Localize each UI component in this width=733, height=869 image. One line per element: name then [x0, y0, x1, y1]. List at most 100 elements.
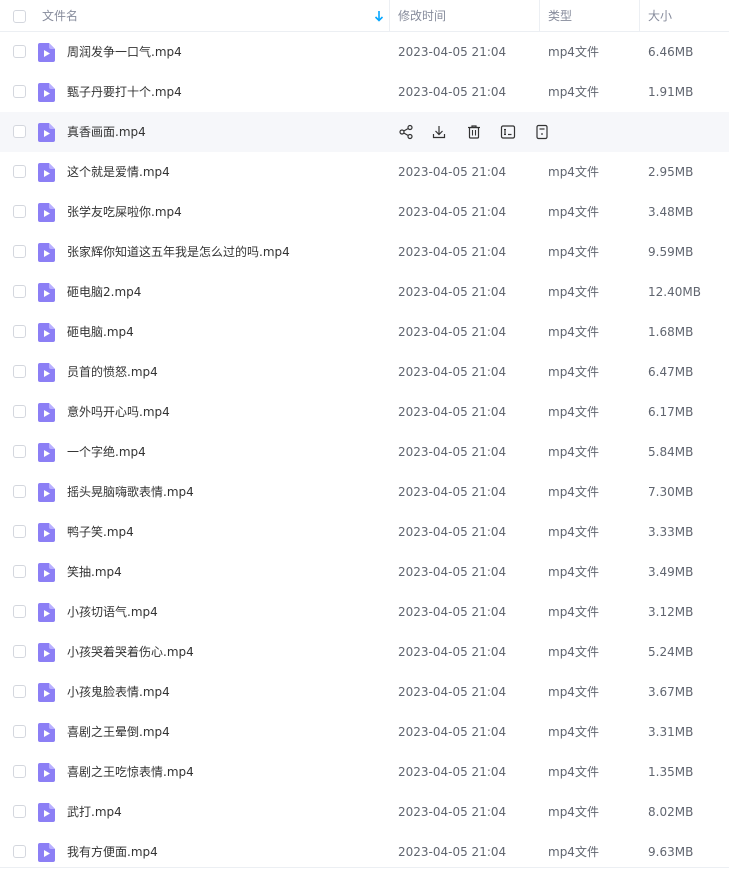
- file-name[interactable]: 摇头晃脑嗨歌表情.mp4: [67, 472, 194, 512]
- file-size: 6.47MB: [648, 365, 694, 379]
- file-name[interactable]: 小孩切语气.mp4: [67, 592, 158, 632]
- table-row[interactable]: 小孩鬼脸表情.mp4 2023-04-05 21:04 mp4文件 3.67MB: [0, 672, 729, 712]
- file-name[interactable]: 砸电脑2.mp4: [67, 272, 141, 312]
- file-type: mp4文件: [548, 485, 599, 499]
- row-checkbox[interactable]: [13, 685, 26, 698]
- table-row[interactable]: 我有方便面.mp4 2023-04-05 21:04 mp4文件 9.63MB: [0, 832, 729, 869]
- row-checkbox[interactable]: [13, 45, 26, 58]
- column-divider[interactable]: [639, 0, 640, 32]
- delete-icon[interactable]: [466, 124, 482, 140]
- table-row[interactable]: 武打.mp4 2023-04-05 21:04 mp4文件 8.02MB: [0, 792, 729, 832]
- row-checkbox[interactable]: [13, 725, 26, 738]
- column-divider[interactable]: [539, 0, 540, 32]
- file-name[interactable]: 周润发争一口气.mp4: [67, 32, 182, 72]
- file-size: 6.46MB: [648, 45, 694, 59]
- file-name[interactable]: 笑抽.mp4: [67, 552, 122, 592]
- column-divider[interactable]: [389, 0, 390, 32]
- modified-time: 2023-04-05 21:04: [398, 525, 507, 539]
- modified-time: 2023-04-05 21:04: [398, 45, 507, 59]
- row-checkbox[interactable]: [13, 845, 26, 858]
- table-body: 周润发争一口气.mp4 2023-04-05 21:04 mp4文件 6.46MB 甄子…: [0, 32, 733, 869]
- file-name[interactable]: 鸭子笑.mp4: [67, 512, 134, 552]
- table-row[interactable]: 砸电脑.mp4 2023-04-05 21:04 mp4文件 1.68MB: [0, 312, 729, 352]
- sort-down-icon[interactable]: [373, 8, 385, 24]
- table-row[interactable]: 喜剧之王晕倒.mp4 2023-04-05 21:04 mp4文件 3.31MB: [0, 712, 729, 752]
- file-size: 5.84MB: [648, 445, 694, 459]
- file-name[interactable]: 喜剧之王晕倒.mp4: [67, 712, 170, 752]
- rename-icon[interactable]: [500, 124, 516, 140]
- row-checkbox[interactable]: [13, 565, 26, 578]
- file-type: mp4文件: [548, 285, 599, 299]
- table-row[interactable]: 员首的愤怒.mp4 2023-04-05 21:04 mp4文件 6.47MB: [0, 352, 729, 392]
- file-type: mp4文件: [548, 685, 599, 699]
- table-row[interactable]: 真香画面.mp4: [0, 112, 729, 152]
- file-name[interactable]: 员首的愤怒.mp4: [67, 352, 158, 392]
- more-icon[interactable]: [534, 124, 550, 140]
- table-row[interactable]: 小孩切语气.mp4 2023-04-05 21:04 mp4文件 3.12MB: [0, 592, 729, 632]
- file-name[interactable]: 张学友吃屎啦你.mp4: [67, 192, 182, 232]
- row-checkbox[interactable]: [13, 165, 26, 178]
- file-name[interactable]: 张家辉你知道这五年我是怎么过的吗.mp4: [67, 232, 290, 272]
- table-row[interactable]: 喜剧之王吃惊表情.mp4 2023-04-05 21:04 mp4文件 1.35MB: [0, 752, 729, 792]
- file-name[interactable]: 喜剧之王吃惊表情.mp4: [67, 752, 194, 792]
- row-checkbox[interactable]: [13, 485, 26, 498]
- file-name[interactable]: 砸电脑.mp4: [67, 312, 134, 352]
- row-checkbox[interactable]: [13, 805, 26, 818]
- row-checkbox[interactable]: [13, 645, 26, 658]
- file-name[interactable]: 我有方便面.mp4: [67, 832, 158, 869]
- file-name[interactable]: 意外吗开心吗.mp4: [67, 392, 170, 432]
- table-row[interactable]: 甄子丹要打十个.mp4 2023-04-05 21:04 mp4文件 1.91MB: [0, 72, 729, 112]
- file-size: 3.67MB: [648, 685, 694, 699]
- table-row[interactable]: 鸭子笑.mp4 2023-04-05 21:04 mp4文件 3.33MB: [0, 512, 729, 552]
- table-row[interactable]: 张家辉你知道这五年我是怎么过的吗.mp4 2023-04-05 21:04 mp4文…: [0, 232, 729, 272]
- file-name[interactable]: 小孩哭着哭着伤心.mp4: [67, 632, 194, 672]
- video-file-icon: [38, 203, 55, 222]
- select-all-checkbox[interactable]: [13, 10, 26, 23]
- table-row[interactable]: 摇头晃脑嗨歌表情.mp4 2023-04-05 21:04 mp4文件 7.30MB: [0, 472, 729, 512]
- column-header-size[interactable]: 大小: [648, 0, 672, 32]
- file-name[interactable]: 武打.mp4: [67, 792, 122, 832]
- table-row[interactable]: 笑抽.mp4 2023-04-05 21:04 mp4文件 3.49MB: [0, 552, 729, 592]
- file-name[interactable]: 小孩鬼脸表情.mp4: [67, 672, 170, 712]
- column-header-type[interactable]: 类型: [548, 0, 572, 32]
- row-checkbox[interactable]: [13, 445, 26, 458]
- column-header-time[interactable]: 修改时间: [398, 0, 446, 32]
- file-size: 1.68MB: [648, 325, 694, 339]
- file-name[interactable]: 一个字绝.mp4: [67, 432, 146, 472]
- file-size: 12.40MB: [648, 285, 701, 299]
- row-checkbox[interactable]: [13, 525, 26, 538]
- modified-time: 2023-04-05 21:04: [398, 405, 507, 419]
- file-type: mp4文件: [548, 525, 599, 539]
- file-type: mp4文件: [548, 805, 599, 819]
- row-checkbox[interactable]: [13, 85, 26, 98]
- video-file-icon: [38, 683, 55, 702]
- file-name[interactable]: 这个就是爱情.mp4: [67, 152, 170, 192]
- share-icon[interactable]: [398, 124, 414, 140]
- modified-time: 2023-04-05 21:04: [398, 445, 507, 459]
- file-name[interactable]: 甄子丹要打十个.mp4: [67, 72, 182, 112]
- row-checkbox[interactable]: [13, 405, 26, 418]
- modified-time: 2023-04-05 21:04: [398, 725, 507, 739]
- table-row[interactable]: 这个就是爱情.mp4 2023-04-05 21:04 mp4文件 2.95MB: [0, 152, 729, 192]
- row-checkbox[interactable]: [13, 285, 26, 298]
- file-name[interactable]: 真香画面.mp4: [67, 112, 146, 152]
- row-checkbox[interactable]: [13, 245, 26, 258]
- row-checkbox[interactable]: [13, 765, 26, 778]
- video-file-icon: [38, 123, 55, 142]
- row-checkbox[interactable]: [13, 365, 26, 378]
- row-checkbox[interactable]: [13, 605, 26, 618]
- table-row[interactable]: 砸电脑2.mp4 2023-04-05 21:04 mp4文件 12.40MB: [0, 272, 729, 312]
- file-size: 5.24MB: [648, 645, 694, 659]
- table-row[interactable]: 意外吗开心吗.mp4 2023-04-05 21:04 mp4文件 6.17MB: [0, 392, 729, 432]
- table-row[interactable]: 小孩哭着哭着伤心.mp4 2023-04-05 21:04 mp4文件 5.24MB: [0, 632, 729, 672]
- download-icon[interactable]: [431, 124, 447, 140]
- row-checkbox[interactable]: [13, 325, 26, 338]
- file-type: mp4文件: [548, 565, 599, 579]
- video-file-icon: [38, 43, 55, 62]
- column-header-name[interactable]: 文件名: [42, 0, 78, 32]
- table-row[interactable]: 张学友吃屎啦你.mp4 2023-04-05 21:04 mp4文件 3.48MB: [0, 192, 729, 232]
- table-row[interactable]: 周润发争一口气.mp4 2023-04-05 21:04 mp4文件 6.46MB: [0, 32, 729, 72]
- row-checkbox[interactable]: [13, 125, 26, 138]
- table-row[interactable]: 一个字绝.mp4 2023-04-05 21:04 mp4文件 5.84MB: [0, 432, 729, 472]
- row-checkbox[interactable]: [13, 205, 26, 218]
